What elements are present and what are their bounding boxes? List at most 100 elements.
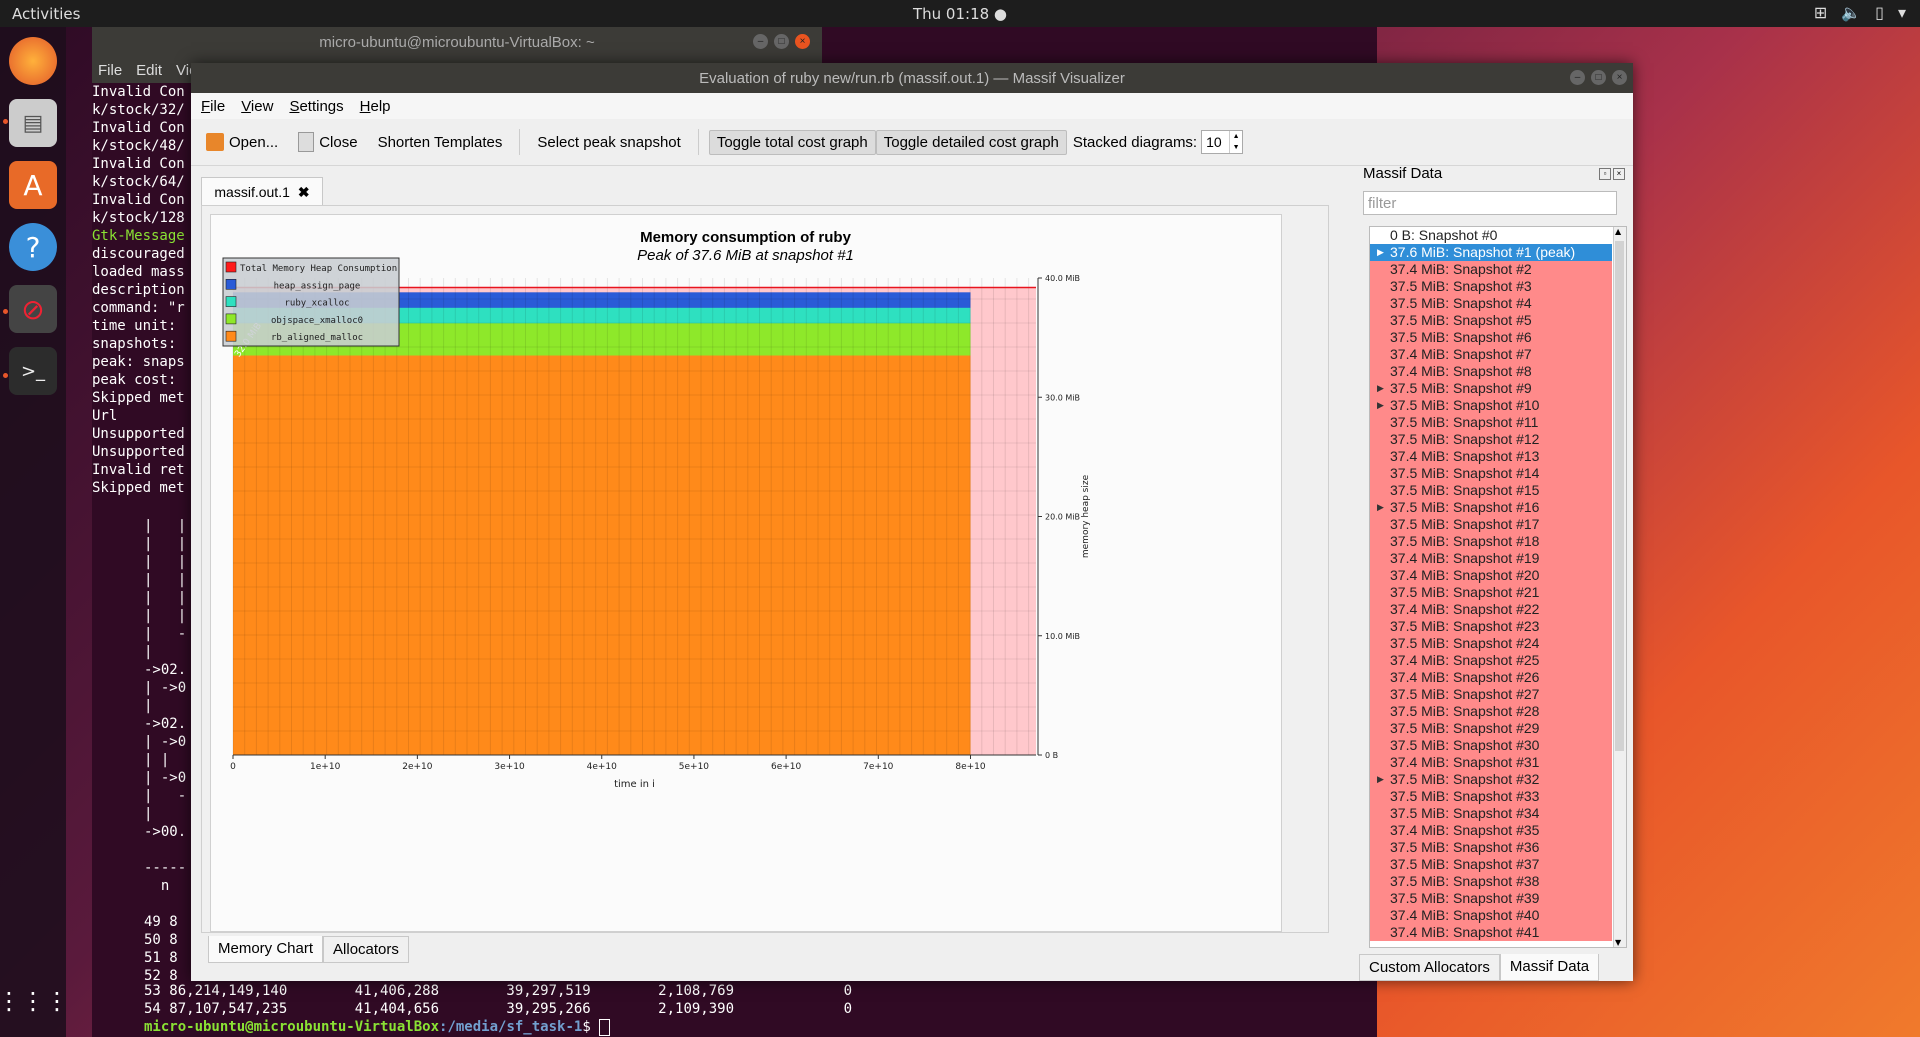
panel-tabs: Custom Allocators Massif Data: [1359, 954, 1600, 981]
select-peak-button[interactable]: Select peak snapshot: [530, 131, 687, 154]
files-icon[interactable]: ▤: [9, 99, 57, 147]
minimize-icon[interactable]: –: [1570, 70, 1585, 85]
snapshot-item[interactable]: 37.4 MiB: Snapshot #8: [1370, 363, 1612, 380]
app-grid-icon[interactable]: ⋮⋮⋮: [0, 977, 69, 1025]
maximize-icon[interactable]: □: [1591, 70, 1606, 85]
snapshot-item[interactable]: 37.5 MiB: Snapshot #15: [1370, 482, 1612, 499]
snapshot-item[interactable]: 37.5 MiB: Snapshot #14: [1370, 465, 1612, 482]
snapshot-item[interactable]: 0 B: Snapshot #0: [1370, 227, 1612, 244]
snapshot-item[interactable]: 37.4 MiB: Snapshot #31: [1370, 754, 1612, 771]
snapshot-item[interactable]: 37.4 MiB: Snapshot #7: [1370, 346, 1612, 363]
filter-input[interactable]: filter: [1363, 191, 1617, 215]
snapshot-item[interactable]: 37.4 MiB: Snapshot #25: [1370, 652, 1612, 669]
snapshot-item[interactable]: 37.5 MiB: Snapshot #5: [1370, 312, 1612, 329]
snapshot-item[interactable]: 37.4 MiB: Snapshot #20: [1370, 567, 1612, 584]
snapshot-item[interactable]: 37.5 MiB: Snapshot #39: [1370, 890, 1612, 907]
snapshot-item[interactable]: 37.5 MiB: Snapshot #3: [1370, 278, 1612, 295]
snapshot-item[interactable]: 37.5 MiB: Snapshot #4: [1370, 295, 1612, 312]
expand-arrow-icon[interactable]: ▶: [1377, 771, 1384, 788]
snapshot-item[interactable]: ▶ 37.6 MiB: Snapshot #1 (peak): [1370, 244, 1612, 261]
tab-close-icon[interactable]: ✖: [298, 184, 310, 201]
snapshot-item[interactable]: 37.5 MiB: Snapshot #38: [1370, 873, 1612, 890]
float-panel-icon[interactable]: ▫: [1599, 168, 1611, 180]
snapshot-item[interactable]: 37.5 MiB: Snapshot #27: [1370, 686, 1612, 703]
memory-chart[interactable]: 0 1e+10 2e+10 3e+10 4e+10 5e+10 6e+10 7e+10 8e+1…: [211, 215, 1281, 931]
snapshot-item[interactable]: 37.5 MiB: Snapshot #6: [1370, 329, 1612, 346]
snapshot-item[interactable]: ▶ 37.5 MiB: Snapshot #10: [1370, 397, 1612, 414]
toggle-detailed-cost-button[interactable]: Toggle detailed cost graph: [875, 129, 1067, 155]
shorten-templates-button[interactable]: Shorten Templates: [371, 131, 510, 154]
snapshot-item[interactable]: 37.5 MiB: Snapshot #36: [1370, 839, 1612, 856]
terminal-prompt[interactable]: micro-ubuntu@microubuntu-VirtualBox:/med…: [144, 1018, 852, 1036]
tab-massif-out[interactable]: massif.out.1 ✖: [201, 177, 323, 206]
snapshot-item[interactable]: 37.5 MiB: Snapshot #21: [1370, 584, 1612, 601]
snapshot-item[interactable]: 37.5 MiB: Snapshot #28: [1370, 703, 1612, 720]
snapshot-item[interactable]: 37.5 MiB: Snapshot #12: [1370, 431, 1612, 448]
system-tray[interactable]: ⊞ 🔈 ▯ ▾: [1814, 3, 1906, 22]
terminal-line: Invalid Con: [92, 120, 185, 136]
expand-arrow-icon[interactable]: ▶: [1377, 499, 1384, 516]
firefox-icon[interactable]: [9, 37, 57, 85]
snapshot-item[interactable]: 37.5 MiB: Snapshot #23: [1370, 618, 1612, 635]
software-icon[interactable]: A: [9, 161, 57, 209]
snapshot-item[interactable]: ▶ 37.5 MiB: Snapshot #9: [1370, 380, 1612, 397]
scroll-down-icon[interactable]: ▼: [1615, 938, 1621, 947]
snapshot-item[interactable]: 37.4 MiB: Snapshot #41: [1370, 924, 1612, 941]
snapshot-item[interactable]: 37.4 MiB: Snapshot #26: [1370, 669, 1612, 686]
snapshot-item[interactable]: 37.4 MiB: Snapshot #2: [1370, 261, 1612, 278]
expand-arrow-icon[interactable]: ▶: [1377, 244, 1384, 261]
terminal-icon[interactable]: >_: [9, 347, 57, 395]
menu-file[interactable]: File: [201, 98, 225, 115]
legend-label: ruby_xcalloc: [284, 299, 349, 309]
snapshot-item[interactable]: 37.5 MiB: Snapshot #34: [1370, 805, 1612, 822]
blocked-app-icon[interactable]: ⊘: [9, 285, 57, 333]
snapshot-item[interactable]: ▶ 37.5 MiB: Snapshot #32: [1370, 771, 1612, 788]
expand-arrow-icon[interactable]: ▶: [1377, 380, 1384, 397]
stacked-diagrams-spinbox[interactable]: 10 ▲ ▼: [1201, 130, 1244, 154]
snapshot-item[interactable]: 37.5 MiB: Snapshot #29: [1370, 720, 1612, 737]
snapshot-item[interactable]: 37.5 MiB: Snapshot #24: [1370, 635, 1612, 652]
close-panel-icon[interactable]: ×: [1613, 168, 1625, 180]
tab-custom-allocators[interactable]: Custom Allocators: [1359, 954, 1500, 981]
snapshot-item[interactable]: 37.4 MiB: Snapshot #13: [1370, 448, 1612, 465]
snapshot-item[interactable]: 37.5 MiB: Snapshot #17: [1370, 516, 1612, 533]
activities-button[interactable]: Activities: [12, 5, 80, 23]
prompt-end: $: [582, 1019, 600, 1035]
open-button[interactable]: Open...: [199, 130, 285, 154]
snapshot-item[interactable]: 37.5 MiB: Snapshot #30: [1370, 737, 1612, 754]
clock[interactable]: Thu 01:18 ●: [913, 5, 1007, 23]
close-button[interactable]: Close: [291, 129, 364, 155]
help-icon[interactable]: ?: [9, 223, 57, 271]
menu-settings[interactable]: Settings: [289, 98, 343, 115]
snapshot-item[interactable]: 37.4 MiB: Snapshot #35: [1370, 822, 1612, 839]
tab-memory-chart[interactable]: Memory Chart: [208, 936, 324, 963]
battery-icon: ▯: [1875, 3, 1884, 22]
scrollbar[interactable]: ▲ ▼: [1613, 227, 1626, 947]
terminal-menu-file[interactable]: File: [98, 62, 122, 79]
snapshot-list[interactable]: 0 B: Snapshot #0 ▶ 37.6 MiB: Snapshot #1 (…: [1369, 226, 1627, 948]
scroll-up-icon[interactable]: ▲: [1615, 227, 1621, 236]
minimize-icon[interactable]: –: [753, 34, 768, 49]
tab-allocators[interactable]: Allocators: [323, 936, 409, 963]
menu-view[interactable]: View: [241, 98, 273, 115]
snapshot-item[interactable]: 37.5 MiB: Snapshot #11: [1370, 414, 1612, 431]
terminal-line: command: "r: [92, 300, 185, 316]
expand-arrow-icon[interactable]: ▶: [1377, 397, 1384, 414]
close-icon[interactable]: ×: [795, 34, 810, 49]
toggle-total-cost-button[interactable]: Toggle total cost graph: [708, 129, 876, 155]
snapshot-item[interactable]: 37.4 MiB: Snapshot #40: [1370, 907, 1612, 924]
menu-help[interactable]: Help: [360, 98, 391, 115]
snapshot-item[interactable]: 37.5 MiB: Snapshot #18: [1370, 533, 1612, 550]
terminal-menu-edit[interactable]: Edit: [136, 62, 162, 79]
scrollbar-thumb[interactable]: [1615, 241, 1624, 751]
snapshot-item[interactable]: 37.5 MiB: Snapshot #33: [1370, 788, 1612, 805]
maximize-icon[interactable]: □: [774, 34, 789, 49]
snapshot-item[interactable]: ▶ 37.5 MiB: Snapshot #16: [1370, 499, 1612, 516]
snapshot-item[interactable]: 37.5 MiB: Snapshot #37: [1370, 856, 1612, 873]
close-icon[interactable]: ×: [1612, 70, 1627, 85]
snapshot-item[interactable]: 37.4 MiB: Snapshot #19: [1370, 550, 1612, 567]
snapshot-item[interactable]: 37.4 MiB: Snapshot #22: [1370, 601, 1612, 618]
terminal-line: description: [92, 282, 185, 298]
spin-arrows-icon[interactable]: ▲ ▼: [1229, 131, 1242, 153]
tab-massif-data[interactable]: Massif Data: [1499, 954, 1600, 981]
